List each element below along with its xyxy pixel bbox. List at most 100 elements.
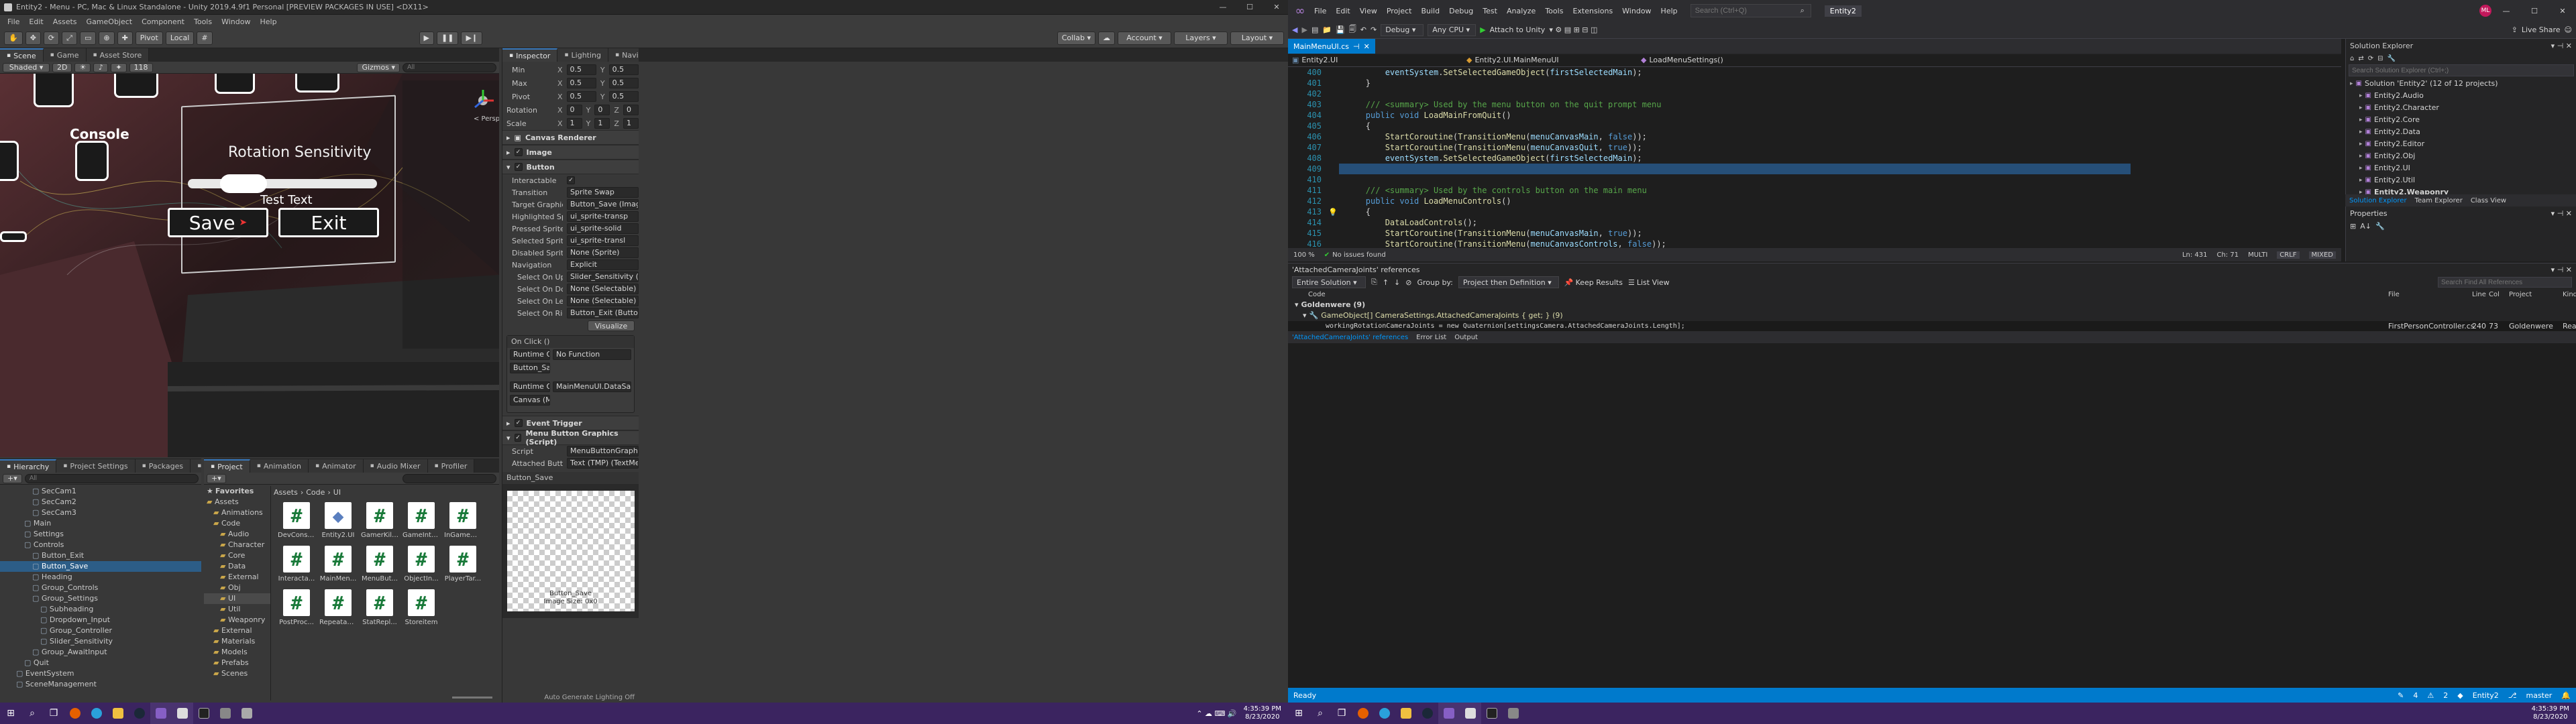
project-folder[interactable]: ▰ Core: [204, 550, 270, 561]
hand-tool-icon[interactable]: ✋: [4, 31, 23, 45]
solution-explorer-item[interactable]: ▸ ▣ Entity2.Editor: [2346, 138, 2576, 150]
project-folder[interactable]: ▰ Code: [204, 518, 270, 529]
anchor-min-y[interactable]: 0.5: [608, 64, 639, 75]
hierarchy-item[interactable]: ▢ Group_AwaitInput: [0, 647, 201, 658]
hierarchy-create-button[interactable]: +▾: [3, 473, 22, 483]
solution-explorer-item[interactable]: ▸ ▣ Entity2.Obj: [2346, 150, 2576, 162]
categorized-icon[interactable]: ⊞: [2350, 222, 2356, 231]
hierarchy-item[interactable]: ▢ SecCam2: [0, 497, 201, 507]
maximize-icon[interactable]: ☐: [2521, 7, 2548, 15]
sensitivity-slider-track[interactable]: [188, 179, 377, 188]
image-header[interactable]: ▸ ✓ Image: [502, 145, 639, 160]
project-folder[interactable]: ▰ Data: [204, 561, 270, 572]
hierarchy-item[interactable]: ▢ Settings: [0, 529, 201, 540]
vs-menu-tools[interactable]: Tools: [1540, 7, 1568, 15]
exit-button[interactable]: Exit: [278, 208, 379, 237]
project-folder[interactable]: ▰ Obj: [204, 583, 270, 593]
transform-tool-icon[interactable]: ⊕: [99, 31, 115, 45]
project-tab-animator[interactable]: ▪ Animator: [308, 459, 364, 473]
asset-item[interactable]: # GamerKill...: [361, 502, 398, 539]
column-col[interactable]: Col: [2489, 291, 2500, 298]
solution-explorer-item[interactable]: ▸ ▣ Entity2.Util: [2346, 174, 2576, 186]
hierarchy-item[interactable]: ▢ Slider_Sensitivity: [0, 636, 201, 647]
hierarchy-item[interactable]: ▢ Quit: [0, 658, 201, 668]
project-folder[interactable]: ▰ Assets: [204, 497, 270, 507]
references-options-icon[interactable]: ▾ ⊣ ✕: [2551, 265, 2572, 274]
visual-studio-taskbar-icon[interactable]: [1438, 703, 1460, 724]
inspector-tab-navigation[interactable]: ▪Navigation: [608, 48, 639, 62]
vs-menu-analyze[interactable]: Analyze: [1502, 7, 1540, 15]
class-nav-dropdown[interactable]: ◆ Entity2.UI.MainMenuUI: [1462, 54, 1637, 66]
bottom-tab-error-list[interactable]: Error List: [1416, 334, 1446, 341]
hierarchy-item[interactable]: ▢ Button_Exit: [0, 550, 201, 561]
scale-x[interactable]: 1: [566, 118, 582, 129]
scene-tab-asset-store[interactable]: ▪ Asset Store: [86, 48, 150, 62]
object-field-1[interactable]: Button_Save: [510, 363, 550, 373]
platform-dropdown[interactable]: Any CPU ▾: [1428, 23, 1477, 36]
tray-icons[interactable]: ⌃ ☁ ⌨ 🔊: [1196, 709, 1236, 718]
inspector-tab-inspector[interactable]: ▪ Inspector: [502, 48, 558, 62]
configuration-dropdown[interactable]: Debug ▾: [1381, 23, 1424, 36]
copy-icon[interactable]: ⎘: [1371, 278, 1377, 287]
se-tab-solution-explorer[interactable]: Solution Explorer: [2349, 197, 2407, 204]
project-tab-audio-mixer[interactable]: ▪ Audio Mixer: [363, 459, 428, 473]
rotation-x[interactable]: 0: [566, 105, 582, 115]
hierarchy-item[interactable]: ▢ Button_Save: [0, 561, 201, 572]
hierarchy-search-input[interactable]: [24, 473, 199, 483]
warning-count[interactable]: 2: [2443, 691, 2448, 700]
anchor-max-y[interactable]: 0.5: [608, 78, 639, 88]
project-folder[interactable]: ▰ Weaponry: [204, 615, 270, 625]
local-toggle[interactable]: Local: [165, 31, 195, 45]
steam-icon[interactable]: [129, 703, 150, 724]
save-all-icon[interactable]: 🗐: [1349, 23, 1356, 36]
clock-right[interactable]: 4:35:39 PM 8/23/2020: [2532, 705, 2569, 721]
project-tab-profiler[interactable]: ▪ Profiler: [427, 459, 475, 473]
se-collapse-icon[interactable]: ⊟: [2377, 55, 2383, 62]
forward-icon[interactable]: ▶: [1301, 25, 1307, 34]
vs-menu-project[interactable]: Project: [1382, 7, 1417, 15]
column-line[interactable]: Line: [2472, 291, 2486, 298]
anchor-min-x[interactable]: 0.5: [566, 64, 596, 75]
close-icon[interactable]: ✕: [1265, 3, 1288, 11]
asset-item[interactable]: # PlayerTar...: [444, 546, 482, 583]
favorites-item[interactable]: ★ Favorites: [204, 486, 270, 497]
column-file[interactable]: File: [2388, 291, 2400, 298]
asset-item[interactable]: # GameInte...: [402, 502, 440, 539]
solution-explorer-item[interactable]: ▸ ▣ Solution 'Entity2' (12 of 12 project…: [2346, 78, 2576, 90]
project-folder[interactable]: ▰ External: [204, 625, 270, 636]
menu-help[interactable]: Help: [255, 17, 281, 26]
function-dropdown-1[interactable]: No Function: [553, 349, 631, 360]
hierarchy-item[interactable]: ▢ Group_Settings: [0, 593, 201, 604]
step-button[interactable]: ▶❙: [461, 31, 483, 45]
asset-item[interactable]: # DevConso...: [278, 502, 315, 539]
project-tab-project[interactable]: ▪ Project: [204, 459, 250, 473]
project-folder[interactable]: ▰ UI: [204, 593, 270, 604]
breadcrumb-code[interactable]: Code: [306, 488, 325, 497]
scale-y[interactable]: 1: [594, 118, 610, 129]
app-icon-1[interactable]: [1503, 703, 1524, 724]
event-trigger-header[interactable]: ▸ ✓ Event Trigger: [502, 416, 639, 430]
scope-dropdown[interactable]: Entire Solution ▾: [1292, 276, 1366, 288]
scene-search-input[interactable]: [402, 62, 496, 72]
project-search-input[interactable]: [402, 473, 496, 483]
properties-options-icon[interactable]: ▾ ⊣ ✕: [2551, 209, 2572, 218]
property-pages-icon[interactable]: 🔧: [2375, 222, 2385, 231]
panel-options-icon[interactable]: ▾ ⊣ ✕: [2551, 42, 2572, 50]
hierarchy-item[interactable]: ▢ SecCam3: [0, 507, 201, 518]
asset-item[interactable]: # Repeatab...: [319, 589, 357, 626]
vs-menu-edit[interactable]: Edit: [1331, 7, 1354, 15]
anchor-pivot-x[interactable]: 0.5: [566, 91, 596, 102]
script-value-script[interactable]: MenuButtonGraphics: [567, 446, 639, 457]
hierarchy-tab-project-settings[interactable]: ▪ Project Settings: [56, 459, 136, 473]
hierarchy-tab-console[interactable]: ▪Console: [191, 459, 201, 473]
project-folder[interactable]: ▰ Scenes: [204, 668, 270, 679]
layout-dropdown[interactable]: Layout ▾: [1230, 31, 1284, 45]
solution-explorer-item[interactable]: ▸ ▣ Entity2.Data: [2346, 126, 2576, 138]
asset-item[interactable]: # Interacta...: [278, 546, 315, 583]
rotation-z[interactable]: 0: [623, 105, 639, 115]
hierarchy-item[interactable]: ▢ Group_Controller: [0, 625, 201, 636]
vs-menu-build[interactable]: Build: [1416, 7, 1444, 15]
list-view-toggle[interactable]: ☰ List View: [1628, 278, 1670, 287]
asset-item[interactable]: ◆ Entity2.UI: [319, 502, 357, 539]
anchor-pivot-y[interactable]: 0.5: [608, 91, 639, 102]
